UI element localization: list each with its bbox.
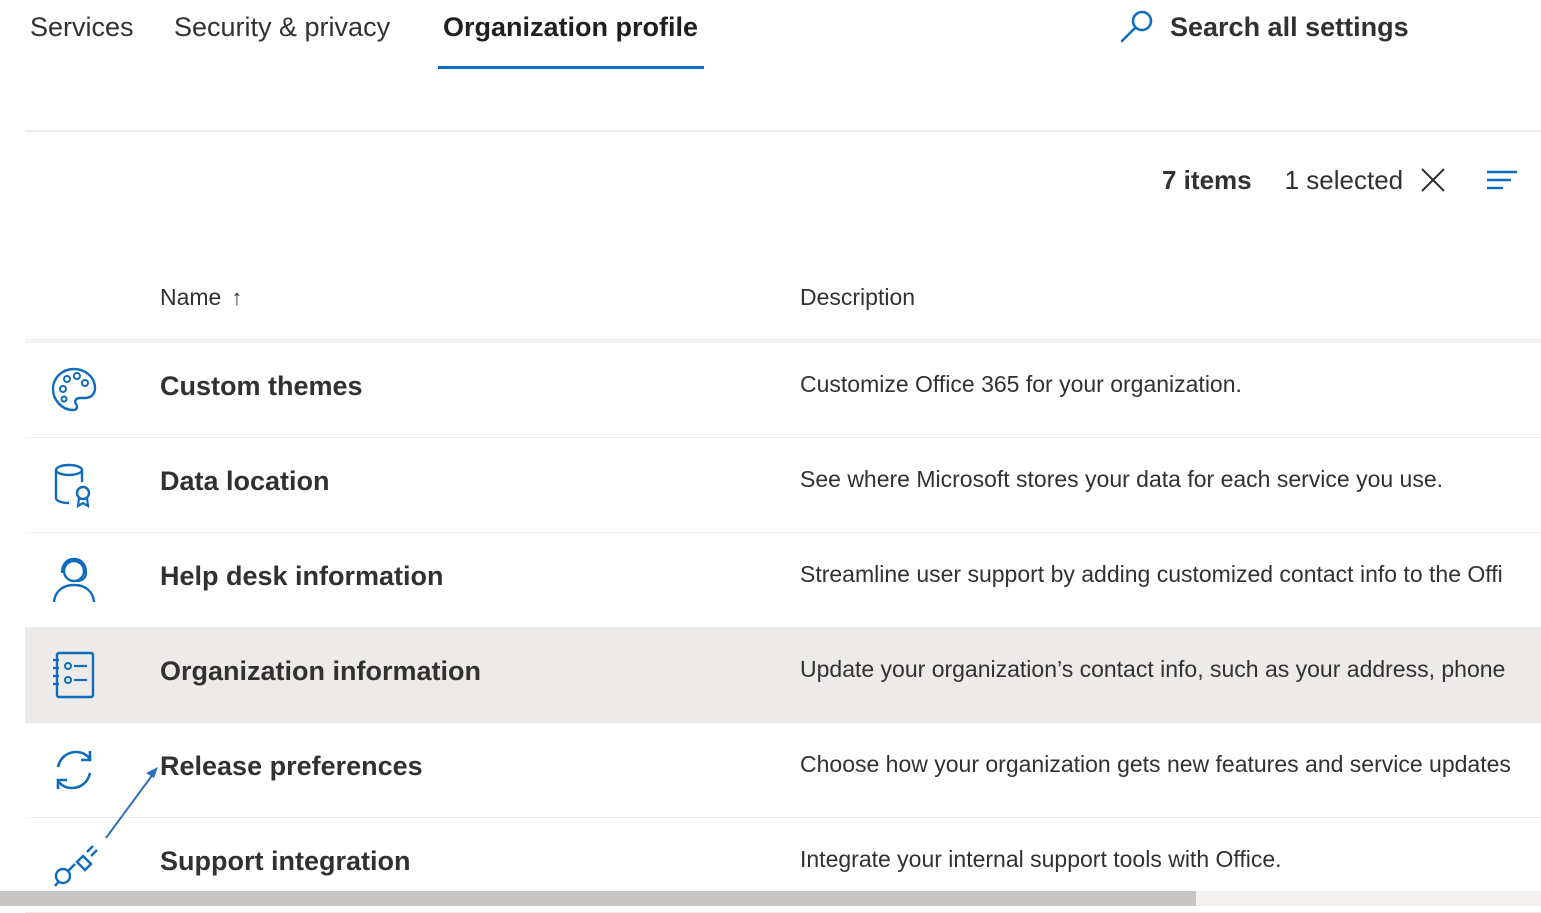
palette-icon [51,367,97,412]
search-icon [1120,10,1153,43]
clear-selection-close-icon[interactable] [1419,166,1447,194]
filter-lines-icon[interactable] [1485,166,1519,194]
tab-organization-profile[interactable]: Organization profile [443,12,698,43]
plug-connection-icon [54,845,98,887]
row-description: See where Microsoft stores your data for… [800,466,1444,492]
row-name: Help desk information [160,561,444,591]
row-name: Support integration [160,846,411,876]
row-description: Customize Office 365 for your organizati… [800,371,1242,397]
search-all-settings-button[interactable]: Search all settings [1118,8,1409,46]
selected-count: 1 selected [1284,164,1404,195]
column-header-name[interactable]: Name ↑ [160,284,242,311]
database-location-icon [54,463,91,509]
sync-icon [56,750,92,790]
tab-security-privacy[interactable]: Security & privacy [174,12,390,43]
column-header-description[interactable]: Description [800,284,915,311]
list-item-custom-themes[interactable]: Custom themes Customize Office 365 for y… [25,343,1541,438]
row-name: Organization information [160,656,481,686]
column-name-label: Name [160,284,222,310]
header-divider [25,130,1541,132]
list-item-data-location[interactable]: Data location See where Microsoft stores… [25,438,1541,533]
scrollbar-thumb[interactable] [0,891,1196,906]
row-description: Integrate your internal support tools wi… [800,846,1282,872]
search-label: Search all settings [1170,11,1409,42]
row-description: Choose how your organization gets new fe… [800,751,1511,777]
column-header-row: Name ↑ Description [25,270,1541,332]
row-description: Streamline user support by adding custom… [800,561,1503,587]
row-name: Data location [160,466,330,496]
row-name: Custom themes [160,371,363,401]
list-toolbar: 7 items 1 selected [1162,160,1519,200]
contact-card-icon [53,651,95,699]
tab-services[interactable]: Services [30,12,134,43]
horizontal-scrollbar[interactable] [0,891,1541,906]
list-item-release-preferences[interactable]: Release preferences Choose how your orga… [25,723,1541,818]
row-description: Update your organization’s contact info,… [800,656,1506,682]
row-name: Release preferences [160,751,423,781]
list-item-help-desk-information[interactable]: Help desk information Streamline user su… [25,533,1541,628]
list-item-organization-information[interactable]: Organization information Update your org… [25,628,1541,723]
sort-ascending-icon: ↑ [231,285,243,310]
headset-person-icon [52,557,96,603]
items-count: 7 items [1162,164,1252,195]
settings-list: Custom themes Customize Office 365 for y… [25,343,1541,913]
active-tab-indicator [438,66,704,69]
